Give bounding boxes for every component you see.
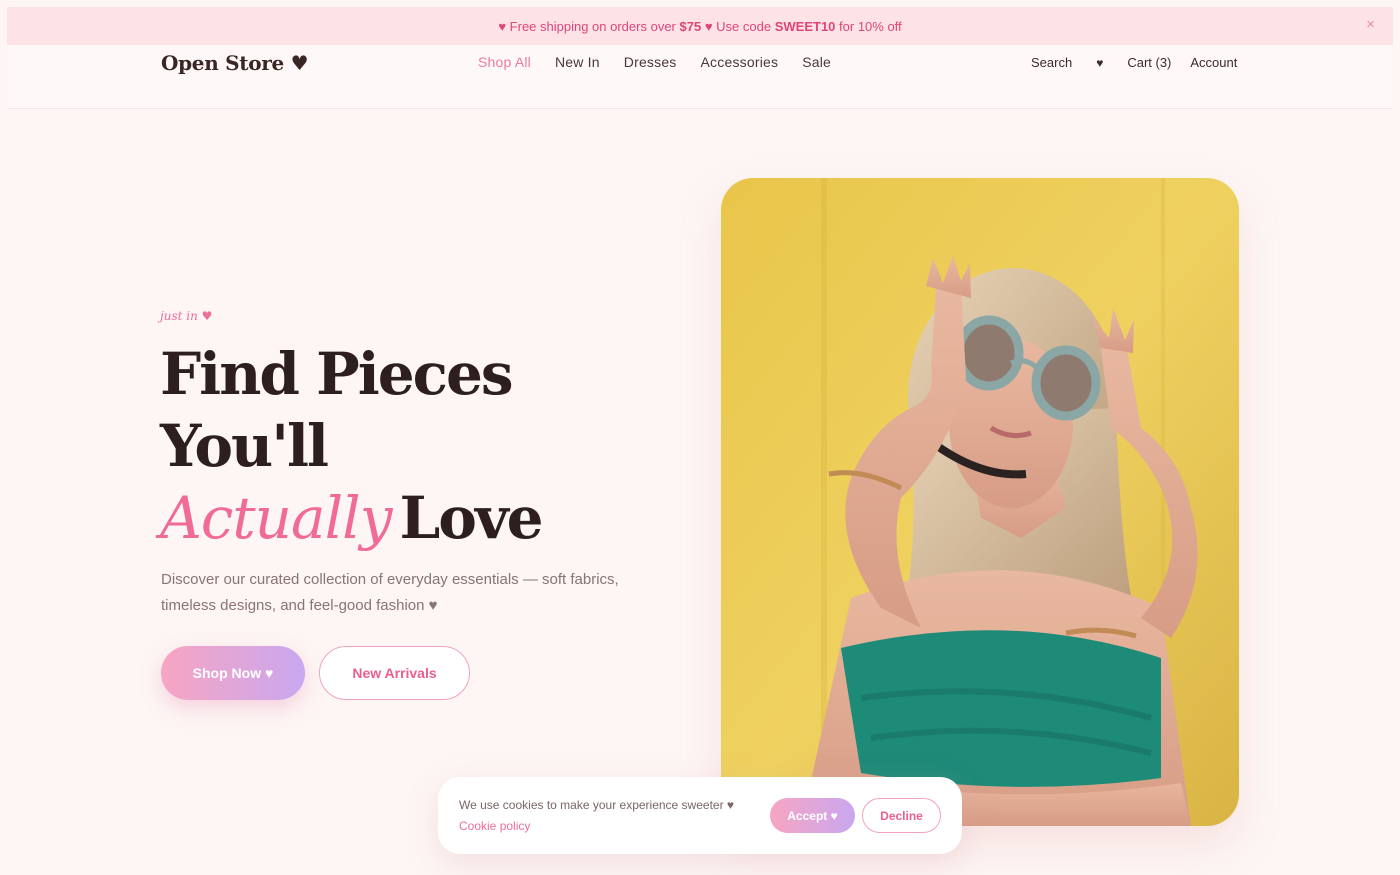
cart-link[interactable]: Cart (3) bbox=[1127, 55, 1171, 70]
announcement-text-1: Free shipping on orders over bbox=[509, 18, 676, 34]
accept-cookies-button[interactable]: Accept ♥ bbox=[770, 798, 855, 833]
hero-headline: Find Pieces You'll Actually Love bbox=[160, 338, 544, 554]
nav-new-in[interactable]: New In bbox=[555, 54, 600, 70]
wishlist-heart-icon[interactable]: ♥ bbox=[1096, 56, 1103, 70]
cookie-policy-link[interactable]: Cookie policy bbox=[459, 819, 530, 833]
announcement-bar: ♥ Free shipping on orders over $75 ♥ Use… bbox=[7, 7, 1393, 45]
nav-accessories[interactable]: Accessories bbox=[701, 54, 779, 70]
announcement-amount: $75 bbox=[679, 18, 702, 34]
cookie-message: We use cookies to make your experience s… bbox=[459, 798, 735, 812]
shop-now-button[interactable]: Shop Now ♥ bbox=[161, 646, 305, 700]
nav-shop-all[interactable]: Shop All bbox=[478, 54, 531, 70]
decline-cookies-button[interactable]: Decline bbox=[862, 798, 941, 833]
headline-script-word: Actually bbox=[160, 484, 392, 552]
hero-photo-illustration bbox=[721, 178, 1239, 826]
announcement-text: ♥ Free shipping on orders over $75 ♥ Use… bbox=[498, 19, 901, 34]
search-link[interactable]: Search bbox=[1031, 55, 1072, 70]
new-arrivals-button[interactable]: New Arrivals bbox=[319, 646, 470, 700]
store-logo[interactable]: Open Store ♥ bbox=[161, 51, 309, 75]
nav-dresses[interactable]: Dresses bbox=[624, 54, 677, 70]
announcement-text-3: for 10% off bbox=[839, 18, 902, 34]
cookie-banner: We use cookies to make your experience s… bbox=[438, 777, 962, 854]
announcement-text-2: Use code bbox=[716, 18, 772, 34]
header-actions: Search ♥ Cart (3) Account bbox=[1031, 55, 1237, 70]
headline-line-1: Find Pieces bbox=[160, 340, 514, 408]
hero-model-image bbox=[721, 178, 1239, 826]
headline-line-2: You'll bbox=[160, 412, 329, 480]
account-link[interactable]: Account bbox=[1190, 55, 1237, 70]
close-icon[interactable]: × bbox=[1366, 17, 1375, 33]
site-header: Open Store ♥ Shop All New In Dresses Acc… bbox=[7, 45, 1393, 109]
hero-eyebrow: just in ♥ bbox=[160, 309, 213, 323]
heart-icon: ♥ bbox=[704, 18, 713, 34]
hero-description: Discover our curated collection of every… bbox=[161, 571, 619, 614]
main-nav: Shop All New In Dresses Accessories Sale bbox=[478, 54, 855, 70]
nav-sale[interactable]: Sale bbox=[802, 54, 831, 70]
heart-icon: ♥ bbox=[498, 18, 507, 34]
promo-code: SWEET10 bbox=[774, 18, 836, 34]
headline-end-word: Love bbox=[399, 484, 543, 552]
